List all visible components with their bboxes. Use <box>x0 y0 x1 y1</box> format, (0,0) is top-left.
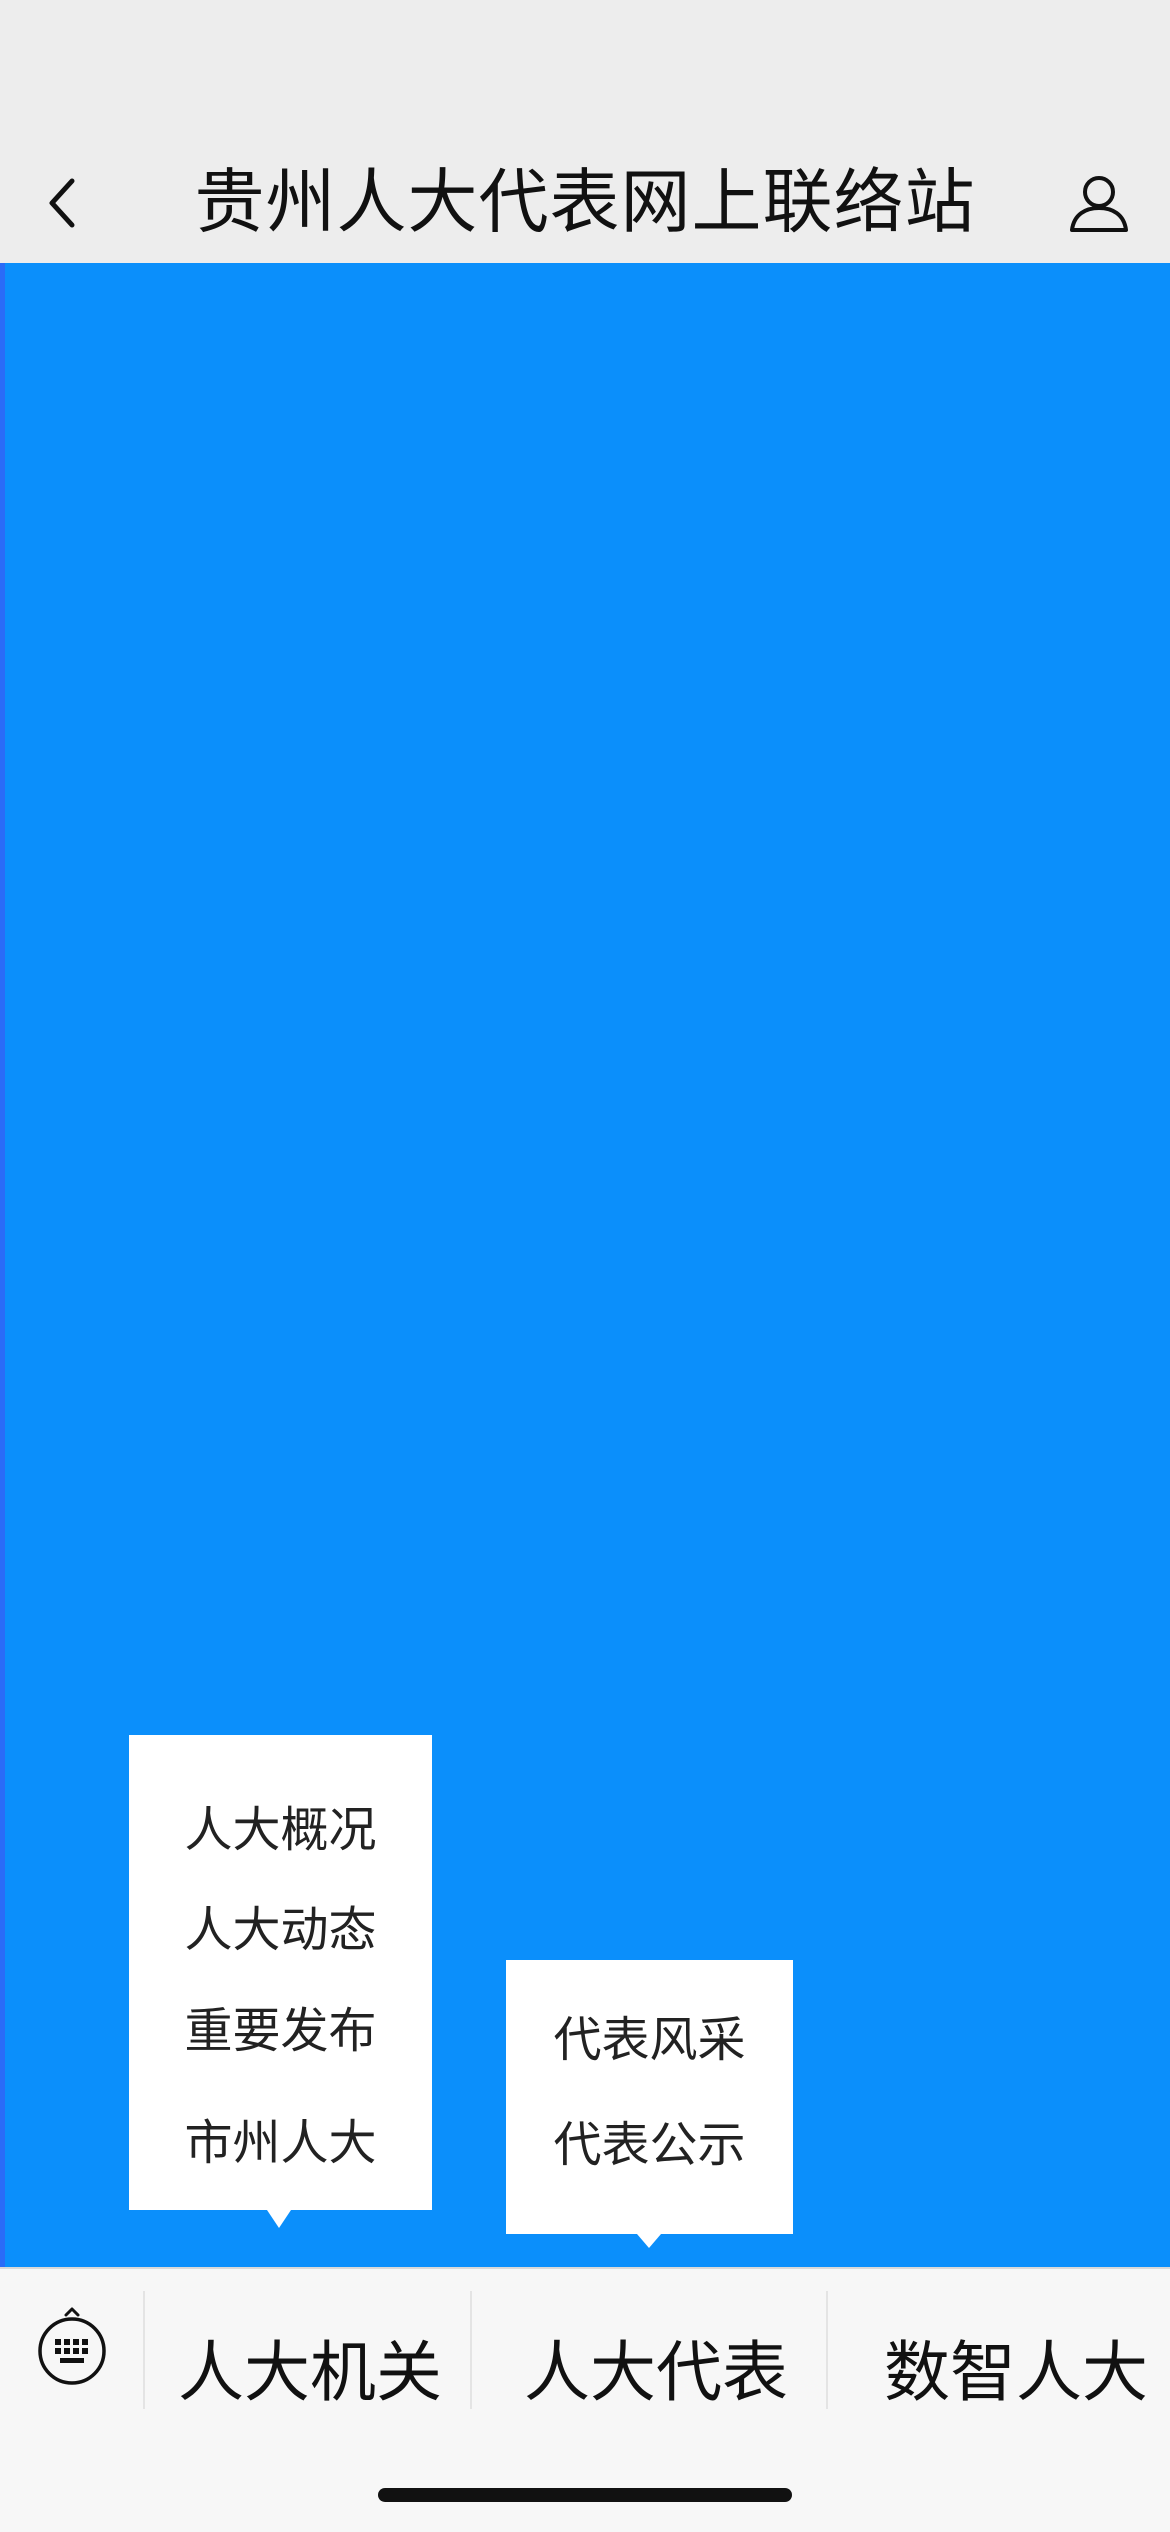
tab-divider <box>470 2291 472 2409</box>
menu-item-zhongyaofabu[interactable]: 重要发布 <box>129 1991 432 2061</box>
status-bar <box>0 0 1170 118</box>
home-indicator[interactable] <box>378 2488 792 2502</box>
back-icon[interactable] <box>40 173 90 233</box>
tab-rendajiguan[interactable]: 人大机关 <box>178 2319 442 2415</box>
keyboard-icon[interactable] <box>36 2305 108 2385</box>
menu-item-shizhourenda[interactable]: 市州人大 <box>129 2103 432 2173</box>
menu-popup-rendajiguan: 人大概况 人大动态 重要发布 市州人大 <box>123 1735 432 2228</box>
popup-pointer <box>637 2234 661 2248</box>
tab-rendadaibiao[interactable]: 人大代表 <box>524 2319 788 2415</box>
tab-divider <box>826 2291 828 2409</box>
popup-notch <box>123 1863 129 1867</box>
user-icon[interactable] <box>1066 170 1132 236</box>
header: 贵州人大代表网上联络站 <box>0 118 1170 263</box>
menu-item-daibiaogongshi[interactable]: 代表公示 <box>506 2105 793 2175</box>
page-title: 贵州人大代表网上联络站 <box>194 161 976 243</box>
menu-item-daibiaofengcai[interactable]: 代表风采 <box>506 2000 793 2070</box>
popup-pointer <box>267 2210 291 2228</box>
menu-item-rendadongtai[interactable]: 人大动态 <box>129 1890 432 1960</box>
tab-divider <box>143 2291 145 2409</box>
tab-shuzhirenda[interactable]: 数智人大 <box>884 2319 1148 2415</box>
menu-popup-rendadaibiao: 代表风采 代表公示 <box>506 1960 793 2248</box>
menu-item-rendagaikuang[interactable]: 人大概况 <box>129 1790 432 1860</box>
